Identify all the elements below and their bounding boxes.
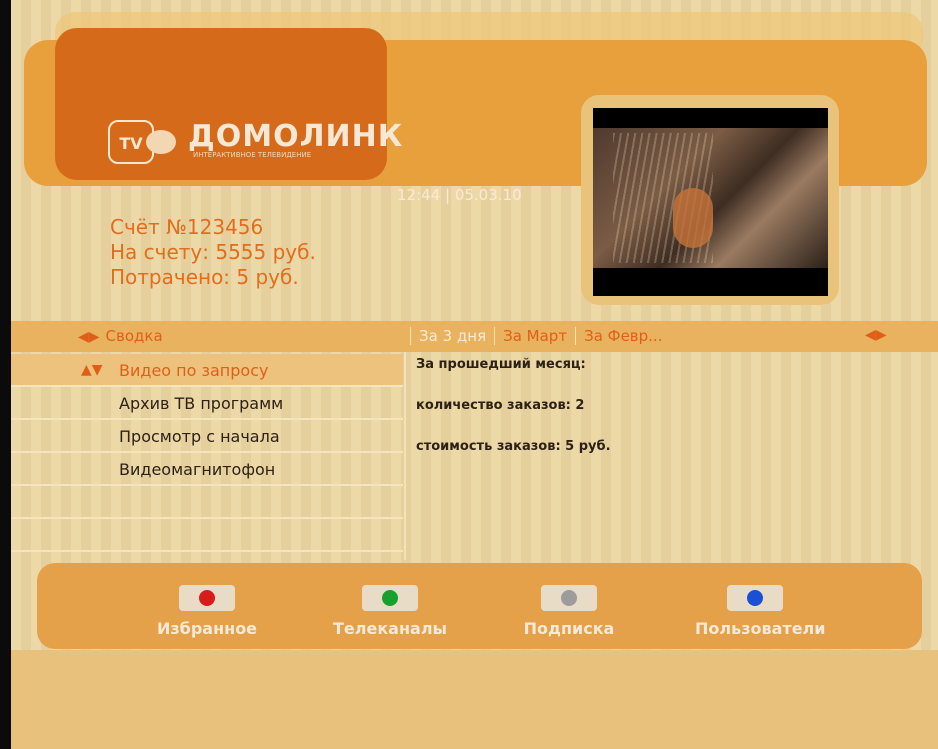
- left-black-border: [0, 0, 11, 749]
- video-figure: [673, 188, 713, 248]
- blue-key-icon: [727, 585, 783, 611]
- blue-dot: [747, 590, 763, 606]
- brand-name: ДОМОЛИНК: [188, 119, 404, 154]
- menu-item-empty: [11, 486, 403, 519]
- bottom-strip: [11, 650, 938, 749]
- account-balance: На счету: 5555 руб.: [110, 240, 316, 264]
- menu-item-tv-archive[interactable]: Архив ТВ программ: [11, 387, 403, 420]
- stats-panel: За прошедший месяц: количество заказов: …: [416, 357, 611, 480]
- favorites-button[interactable]: Избранное: [147, 585, 267, 638]
- red-dot: [199, 590, 215, 606]
- stats-orders-cost: стоимость заказов: 5 руб.: [416, 439, 611, 454]
- favorites-label: Избранное: [156, 619, 258, 638]
- users-label: Пользователи: [695, 619, 826, 638]
- tab-period-march[interactable]: За Март: [494, 327, 575, 345]
- stats-orders-count: количество заказов: 2: [416, 398, 585, 413]
- stats-period: За прошедший месяц:: [416, 357, 586, 372]
- clock: 12:44 | 05.03.10: [397, 186, 522, 204]
- logo-arrow-icon: [146, 130, 176, 154]
- tab-period-3-days[interactable]: За 3 дня: [410, 327, 494, 345]
- period-tabs: За 3 дня За Март За Февр...: [410, 327, 670, 345]
- video-preview[interactable]: [593, 108, 828, 296]
- account-info: Счёт №123456 На счету: 5555 руб. Потраче…: [110, 215, 316, 290]
- up-down-arrow-icon: ▲▼: [81, 362, 103, 378]
- period-scroll-arrow-icon[interactable]: ◀▶: [865, 327, 887, 343]
- menu-item-label: Видеомагнитофон: [119, 460, 276, 479]
- menu-item-watch-from-start[interactable]: Просмотр с начала: [11, 420, 403, 453]
- green-key-icon: [362, 585, 418, 611]
- tab-period-february[interactable]: За Февр...: [575, 327, 670, 345]
- subscription-label: Подписка: [523, 619, 615, 638]
- panel-divider: [404, 352, 406, 560]
- gray-key-icon: [541, 585, 597, 611]
- gray-dot: [561, 590, 577, 606]
- left-right-arrow-icon: ◀▶: [78, 329, 100, 345]
- service-menu: ▲▼ Видео по запросу Архив ТВ программ Пр…: [11, 354, 403, 552]
- account-number: Счёт №123456: [110, 215, 264, 239]
- domolink-logo: TV ДОМОЛИНК ИНТЕРАКТИВНОЕ ТЕЛЕВИДЕНИЕ: [108, 119, 402, 168]
- brand-tagline: ИНТЕРАКТИВНОЕ ТЕЛЕВИДЕНИЕ: [193, 151, 312, 159]
- menu-item-video-recorder[interactable]: Видеомагнитофон: [11, 453, 403, 486]
- green-dot: [382, 590, 398, 606]
- menu-item-video-on-demand[interactable]: ▲▼ Видео по запросу: [11, 354, 403, 387]
- red-key-icon: [179, 585, 235, 611]
- subscription-button[interactable]: Подписка: [509, 585, 629, 638]
- menu-item-label: Архив ТВ программ: [119, 394, 284, 413]
- menu-item-label: Просмотр с начала: [119, 427, 280, 446]
- tab-summary[interactable]: ◀▶ Сводка: [78, 327, 163, 345]
- menu-item-label: Видео по запросу: [119, 361, 269, 380]
- account-spent: Потрачено: 5 руб.: [110, 265, 299, 289]
- users-button[interactable]: Пользователи: [695, 585, 826, 638]
- tab-summary-label: Сводка: [105, 327, 163, 345]
- channels-label: Телеканалы: [332, 619, 448, 638]
- menu-item-empty: [11, 519, 403, 552]
- channels-button[interactable]: Телеканалы: [330, 585, 450, 638]
